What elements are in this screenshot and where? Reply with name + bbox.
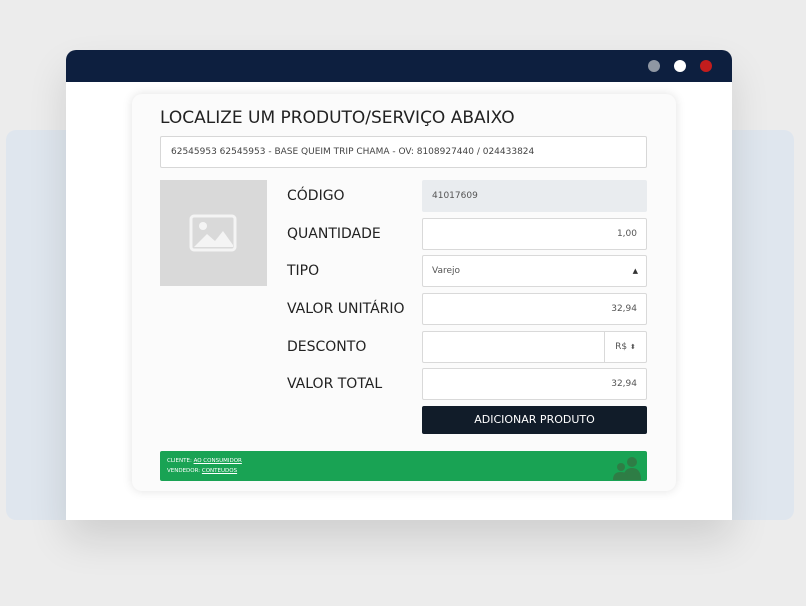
add-product-button[interactable]: ADICIONAR PRODUTO xyxy=(422,406,647,434)
desconto-currency-value: R$ xyxy=(615,342,628,352)
users-icon xyxy=(613,457,641,480)
tipo-label: TIPO xyxy=(287,263,320,279)
product-search-card: LOCALIZE UM PRODUTO/SERVIÇO ABAIXO 62545… xyxy=(132,94,676,491)
maximize-button[interactable] xyxy=(674,60,686,72)
page-title: LOCALIZE UM PRODUTO/SERVIÇO ABAIXO xyxy=(160,108,515,128)
quantidade-label: QUANTIDADE xyxy=(287,226,381,242)
tipo-selected-value: Varejo xyxy=(432,266,461,276)
status-bar: CLIENTE: AO CONSUMIDOR VENDEDOR: CONTEUD… xyxy=(160,451,647,481)
vendedor-link[interactable]: CONTEUDOS xyxy=(202,468,237,474)
desconto-currency-select[interactable]: R$ ⬍ xyxy=(604,331,646,363)
codigo-field: 41017609 xyxy=(422,180,647,212)
product-image xyxy=(160,180,267,286)
app-window: LOCALIZE UM PRODUTO/SERVIÇO ABAIXO 62545… xyxy=(66,50,732,520)
tipo-select[interactable]: Varejo ▲▼ xyxy=(422,255,647,305)
image-placeholder-icon xyxy=(189,214,237,252)
valor-unitario-field[interactable]: 32,94 xyxy=(422,293,647,325)
cliente-label: CLIENTE: xyxy=(167,458,192,464)
valor-unitario-label: VALOR UNITÁRIO xyxy=(287,301,405,317)
desconto-field[interactable] xyxy=(423,332,603,362)
cliente-line: CLIENTE: AO CONSUMIDOR xyxy=(167,458,242,465)
product-search-input[interactable]: 62545953 62545953 - BASE QUEIM TRIP CHAM… xyxy=(160,136,647,168)
vendedor-line: VENDEDOR: CONTEUDOS xyxy=(167,468,237,475)
currency-arrows-icon: ⬍ xyxy=(629,343,636,351)
window-titlebar xyxy=(66,50,732,82)
cliente-link[interactable]: AO CONSUMIDOR xyxy=(194,458,242,464)
codigo-label: CÓDIGO xyxy=(287,188,345,204)
valor-total-field: 32,94 xyxy=(422,368,647,400)
close-button[interactable] xyxy=(700,60,712,72)
desconto-group: R$ ⬍ xyxy=(422,331,647,363)
desconto-label: DESCONTO xyxy=(287,339,367,355)
quantidade-field[interactable]: 1,00 xyxy=(422,218,647,250)
valor-total-label: VALOR TOTAL xyxy=(287,376,383,392)
vendedor-label: VENDEDOR: xyxy=(167,468,201,474)
minimize-button[interactable] xyxy=(648,60,660,72)
